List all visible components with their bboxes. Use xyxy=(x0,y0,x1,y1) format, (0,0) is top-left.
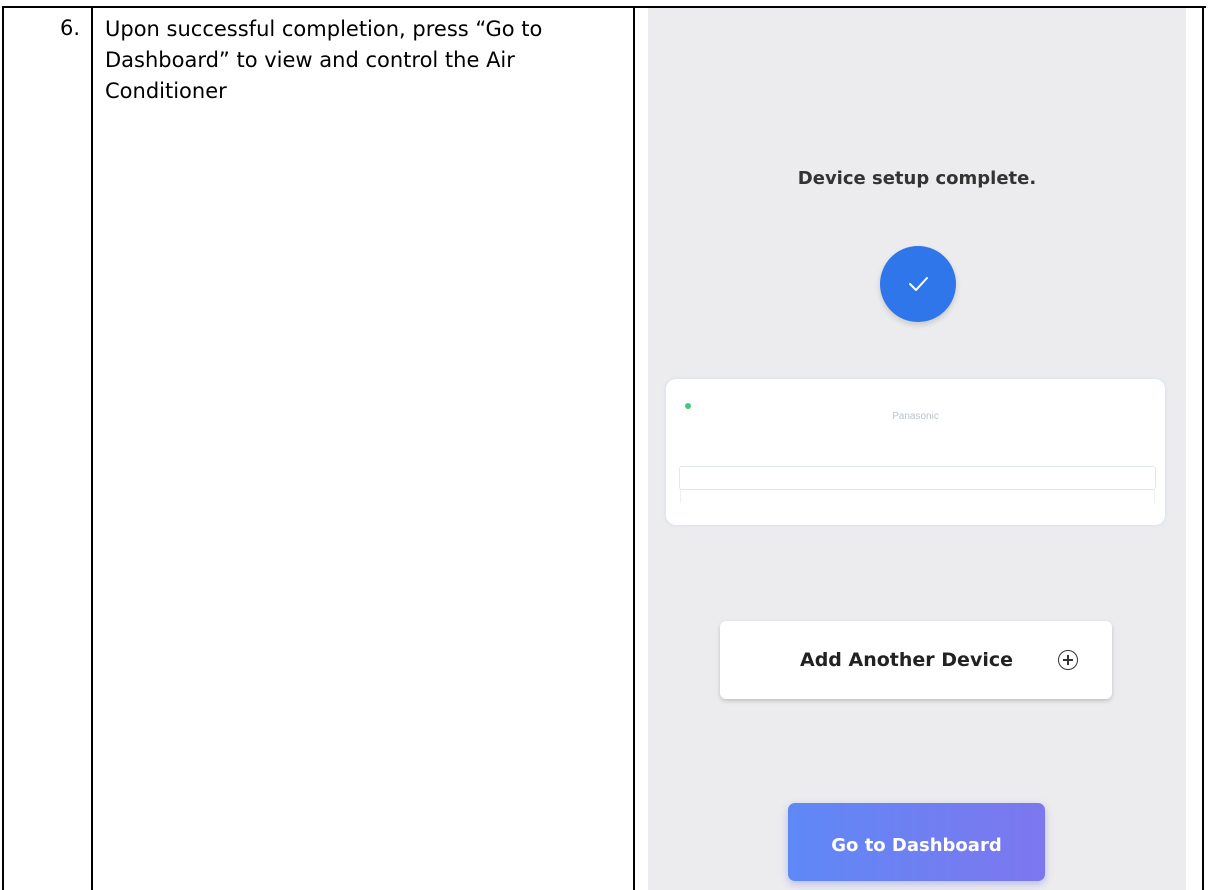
phone-screenshot: Device setup complete. Panasonic Add Ano… xyxy=(648,8,1186,890)
check-icon xyxy=(880,246,956,322)
device-brand: Panasonic xyxy=(892,411,939,422)
table-left-border xyxy=(2,6,4,890)
add-another-device-label: Add Another Device xyxy=(800,649,1013,671)
plus-circle-icon xyxy=(1058,650,1078,670)
go-to-dashboard-button[interactable]: Go to Dashboard xyxy=(788,803,1045,881)
air-conditioner-icon xyxy=(679,466,1156,503)
table-right-border xyxy=(1202,6,1204,890)
status-dot-icon xyxy=(685,403,691,409)
step-instruction: Upon successful completion, press “Go to… xyxy=(105,17,543,103)
go-to-dashboard-label: Go to Dashboard xyxy=(831,835,1002,856)
setup-complete-title: Device setup complete. xyxy=(797,168,1037,189)
table-middle-divider xyxy=(633,6,635,890)
add-another-device-button[interactable]: Add Another Device xyxy=(720,621,1112,699)
device-card[interactable]: Panasonic xyxy=(666,379,1165,525)
step-number: 6. xyxy=(60,16,81,40)
table-number-column-divider xyxy=(91,6,93,890)
